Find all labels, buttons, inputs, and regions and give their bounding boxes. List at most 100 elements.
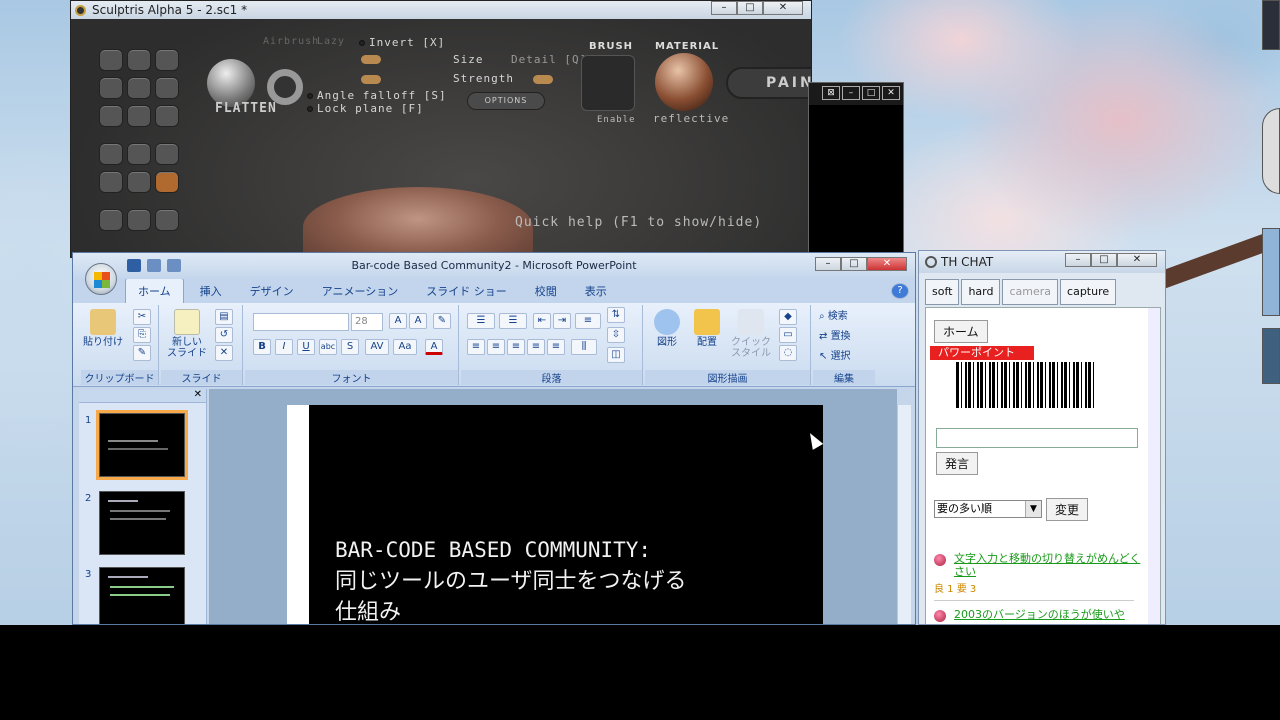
spacing-button[interactable]: AV bbox=[365, 339, 389, 355]
shape-fill-icon[interactable]: ◆ bbox=[779, 309, 797, 325]
slide-thumbnail-2[interactable] bbox=[99, 491, 185, 555]
current-slide[interactable]: BAR-CODE BASED COMMUNITY: 同じツールのユーザ同士をつな… bbox=[287, 405, 823, 624]
font-name-combo[interactable] bbox=[253, 313, 349, 331]
quick-style-button[interactable]: クイック スタイル bbox=[729, 309, 773, 359]
distribute-icon[interactable]: ≡ bbox=[547, 339, 565, 355]
slide-editing-area[interactable]: BAR-CODE BASED COMMUNITY: 同じツールのユーザ同士をつな… bbox=[209, 389, 897, 624]
strikethrough-button[interactable]: abc bbox=[319, 339, 337, 355]
mask-icon[interactable] bbox=[155, 143, 179, 165]
vertical-scrollbar[interactable] bbox=[897, 405, 911, 624]
text-direction-icon[interactable]: ⇅ bbox=[607, 307, 625, 323]
change-case-button[interactable]: Aa bbox=[393, 339, 417, 355]
tab-animation[interactable]: アニメーション bbox=[310, 279, 411, 303]
minimize-button[interactable]: – bbox=[711, 1, 737, 15]
invert-radio[interactable] bbox=[359, 40, 365, 46]
swap-icon[interactable] bbox=[155, 171, 179, 193]
home-button[interactable]: ホーム bbox=[934, 320, 988, 343]
angle-falloff-label[interactable]: Angle falloff [S] bbox=[317, 89, 447, 102]
office-button[interactable] bbox=[85, 263, 117, 295]
sort-select[interactable]: 要の多い順 ▼ bbox=[934, 500, 1042, 518]
maximize-button[interactable]: □ bbox=[1091, 253, 1117, 267]
copy-icon[interactable]: ⎘ bbox=[133, 327, 151, 343]
cut-icon[interactable]: ✂ bbox=[133, 309, 151, 325]
desktop-gadget[interactable] bbox=[1262, 0, 1280, 50]
decrease-indent-icon[interactable]: ⇤ bbox=[533, 313, 551, 329]
strength-slider[interactable] bbox=[361, 75, 381, 84]
tab-view[interactable]: 表示 bbox=[573, 279, 619, 303]
angle-falloff-radio[interactable] bbox=[307, 93, 313, 99]
tab-soft[interactable]: soft bbox=[925, 279, 960, 305]
size-slider[interactable] bbox=[361, 55, 381, 64]
shapes-button[interactable]: 図形 bbox=[649, 309, 685, 348]
increase-indent-icon[interactable]: ⇥ bbox=[553, 313, 571, 329]
tab-home[interactable]: ホーム bbox=[125, 278, 184, 303]
minimize-button[interactable]: – bbox=[815, 257, 841, 271]
list-item[interactable]: 文字入力と移動の切り替えがめんどくさい 良 1 要 3 bbox=[934, 552, 1144, 595]
shadow-button[interactable]: S bbox=[341, 339, 359, 355]
tab-insert[interactable]: 挿入 bbox=[188, 279, 234, 303]
close-panel-icon[interactable]: ✕ bbox=[194, 389, 202, 400]
draw-tool-icon[interactable] bbox=[99, 49, 123, 71]
bullets-icon[interactable]: ☰ bbox=[467, 313, 495, 329]
pinch-tool-icon[interactable] bbox=[155, 77, 179, 99]
close-button[interactable]: ✕ bbox=[763, 1, 803, 15]
layout-icon[interactable]: ▤ bbox=[215, 309, 233, 325]
lazy-label[interactable]: Lazy bbox=[317, 36, 345, 47]
options-button[interactable]: OPTIONS bbox=[467, 92, 545, 110]
smooth-tool-icon[interactable] bbox=[155, 105, 179, 127]
scale-tool-icon[interactable] bbox=[155, 49, 179, 71]
align-text-icon[interactable]: ⇳ bbox=[607, 327, 625, 343]
bold-button[interactable]: B bbox=[253, 339, 271, 355]
columns-icon[interactable]: ⫼ bbox=[571, 339, 597, 355]
slide-thumbnail-1[interactable] bbox=[96, 410, 188, 480]
flatten-tool-icon[interactable] bbox=[127, 105, 151, 127]
paste-button[interactable]: 貼り付け bbox=[83, 309, 123, 348]
brush-slot[interactable] bbox=[581, 55, 635, 111]
close-button[interactable]: ✕ bbox=[882, 86, 900, 100]
maximize-button[interactable]: □ bbox=[862, 86, 880, 100]
symmetry-icon[interactable] bbox=[99, 143, 123, 165]
underline-button[interactable]: U bbox=[297, 339, 315, 355]
new-slide-button[interactable]: 新しい スライド bbox=[165, 309, 209, 359]
grow-font-icon[interactable]: A bbox=[389, 313, 407, 329]
wireframe-icon[interactable] bbox=[127, 143, 151, 165]
restore-icon[interactable]: ⊠ bbox=[822, 86, 840, 100]
find-button[interactable]: ⌕ 検索 bbox=[819, 311, 848, 322]
category-tag[interactable]: パワーポイント bbox=[930, 346, 1034, 360]
slide-title-textbox[interactable]: BAR-CODE BASED COMMUNITY: 同じツールのユーザ同士をつな… bbox=[335, 535, 687, 624]
help-icon[interactable]: ? bbox=[891, 283, 909, 299]
font-size-combo[interactable]: 28 bbox=[351, 313, 383, 331]
close-button[interactable]: ✕ bbox=[1117, 253, 1157, 267]
italic-button[interactable]: I bbox=[275, 339, 293, 355]
tab-design[interactable]: デザイン bbox=[238, 279, 306, 303]
th-chat-titlebar[interactable]: TH CHAT – □ ✕ bbox=[919, 251, 1165, 273]
maximize-button[interactable]: □ bbox=[841, 257, 867, 271]
slide-thumbnail-3[interactable] bbox=[99, 567, 185, 624]
justify-icon[interactable]: ≡ bbox=[527, 339, 545, 355]
desktop-gadget[interactable] bbox=[1262, 328, 1280, 384]
tab-slideshow[interactable]: スライド ショー bbox=[414, 279, 519, 303]
detail-slider[interactable] bbox=[533, 75, 553, 84]
sphere-icon[interactable] bbox=[99, 209, 123, 231]
export-icon[interactable] bbox=[155, 209, 179, 231]
sculptris-titlebar[interactable]: Sculptris Alpha 5 - 2.sc1 * bbox=[71, 1, 811, 19]
tab-camera[interactable]: camera bbox=[1002, 279, 1059, 305]
format-painter-icon[interactable]: ✎ bbox=[133, 345, 151, 361]
clear-format-icon[interactable]: ✎ bbox=[433, 313, 451, 329]
list-item[interactable]: 2003のバージョンのほうが使いや bbox=[934, 608, 1144, 622]
post-text[interactable]: 文字入力と移動の切り替えがめんどくさい bbox=[954, 552, 1144, 578]
send-button[interactable]: 発言 bbox=[936, 452, 979, 475]
select-button[interactable]: ↖ 選択 bbox=[819, 351, 851, 362]
align-right-icon[interactable]: ≡ bbox=[507, 339, 525, 355]
sculptris-viewport[interactable]: FLATTEN Airbrush Lazy Invert [X] Size De… bbox=[71, 19, 811, 257]
invert-label[interactable]: Invert [X] bbox=[369, 36, 445, 49]
tab-capture[interactable]: capture bbox=[1060, 279, 1117, 305]
reset-icon[interactable]: ↺ bbox=[215, 327, 233, 343]
airbrush-label[interactable]: Airbrush bbox=[263, 36, 319, 47]
flatten-brush-icon[interactable] bbox=[207, 59, 255, 107]
delete-slide-icon[interactable]: ✕ bbox=[215, 345, 233, 361]
minimize-button[interactable]: – bbox=[842, 86, 860, 100]
line-spacing-icon[interactable]: ≡ bbox=[575, 313, 601, 329]
inflate-tool-icon[interactable] bbox=[99, 77, 123, 99]
powerpoint-titlebar[interactable]: Bar-code Based Community2 - Microsoft Po… bbox=[73, 253, 915, 279]
